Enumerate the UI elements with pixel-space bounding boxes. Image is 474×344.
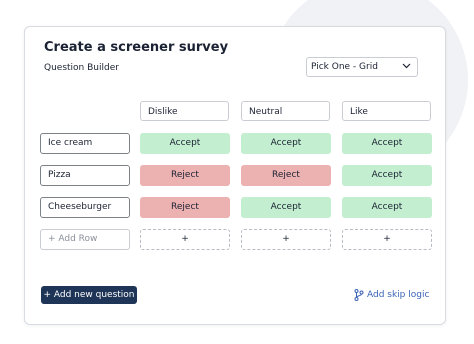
add-question-button[interactable]: + Add new question xyxy=(41,286,137,304)
skip-logic-label: Add skip logic xyxy=(367,290,430,300)
grid-cell-accept[interactable]: Accept xyxy=(342,197,432,218)
section-subtitle: Question Builder xyxy=(44,63,119,73)
row-label-ice-cream[interactable]: Ice cream xyxy=(40,133,130,154)
column-header-like[interactable]: Like xyxy=(342,101,431,121)
grid-cell-accept[interactable]: Accept xyxy=(140,133,230,154)
column-header-neutral[interactable]: Neutral xyxy=(241,101,330,121)
add-row-input[interactable]: + Add Row xyxy=(40,229,130,250)
add-cell-button[interactable]: + xyxy=(140,229,230,250)
grid-cell-reject[interactable]: Reject xyxy=(140,165,230,186)
grid-cell-accept[interactable]: Accept xyxy=(342,165,432,186)
add-cell-button[interactable]: + xyxy=(342,229,432,250)
grid-cell-reject[interactable]: Reject xyxy=(140,197,230,218)
row-label-pizza[interactable]: Pizza xyxy=(40,165,130,186)
grid-cell-accept[interactable]: Accept xyxy=(241,197,331,218)
question-type-value: Pick One - Grid xyxy=(311,62,378,72)
column-header-dislike[interactable]: Dislike xyxy=(140,101,229,121)
page-title: Create a screener survey xyxy=(44,40,229,55)
question-type-select[interactable]: Pick One - Grid xyxy=(306,57,418,77)
grid-cell-accept[interactable]: Accept xyxy=(342,133,432,154)
grid-cell-reject[interactable]: Reject xyxy=(241,165,331,186)
branch-icon xyxy=(354,289,364,301)
chevron-down-icon xyxy=(402,63,411,69)
add-cell-button[interactable]: + xyxy=(241,229,331,250)
row-label-cheeseburger[interactable]: Cheeseburger xyxy=(40,197,130,218)
survey-builder-card: Create a screener survey Question Builde… xyxy=(24,26,446,325)
grid-cell-accept[interactable]: Accept xyxy=(241,133,331,154)
